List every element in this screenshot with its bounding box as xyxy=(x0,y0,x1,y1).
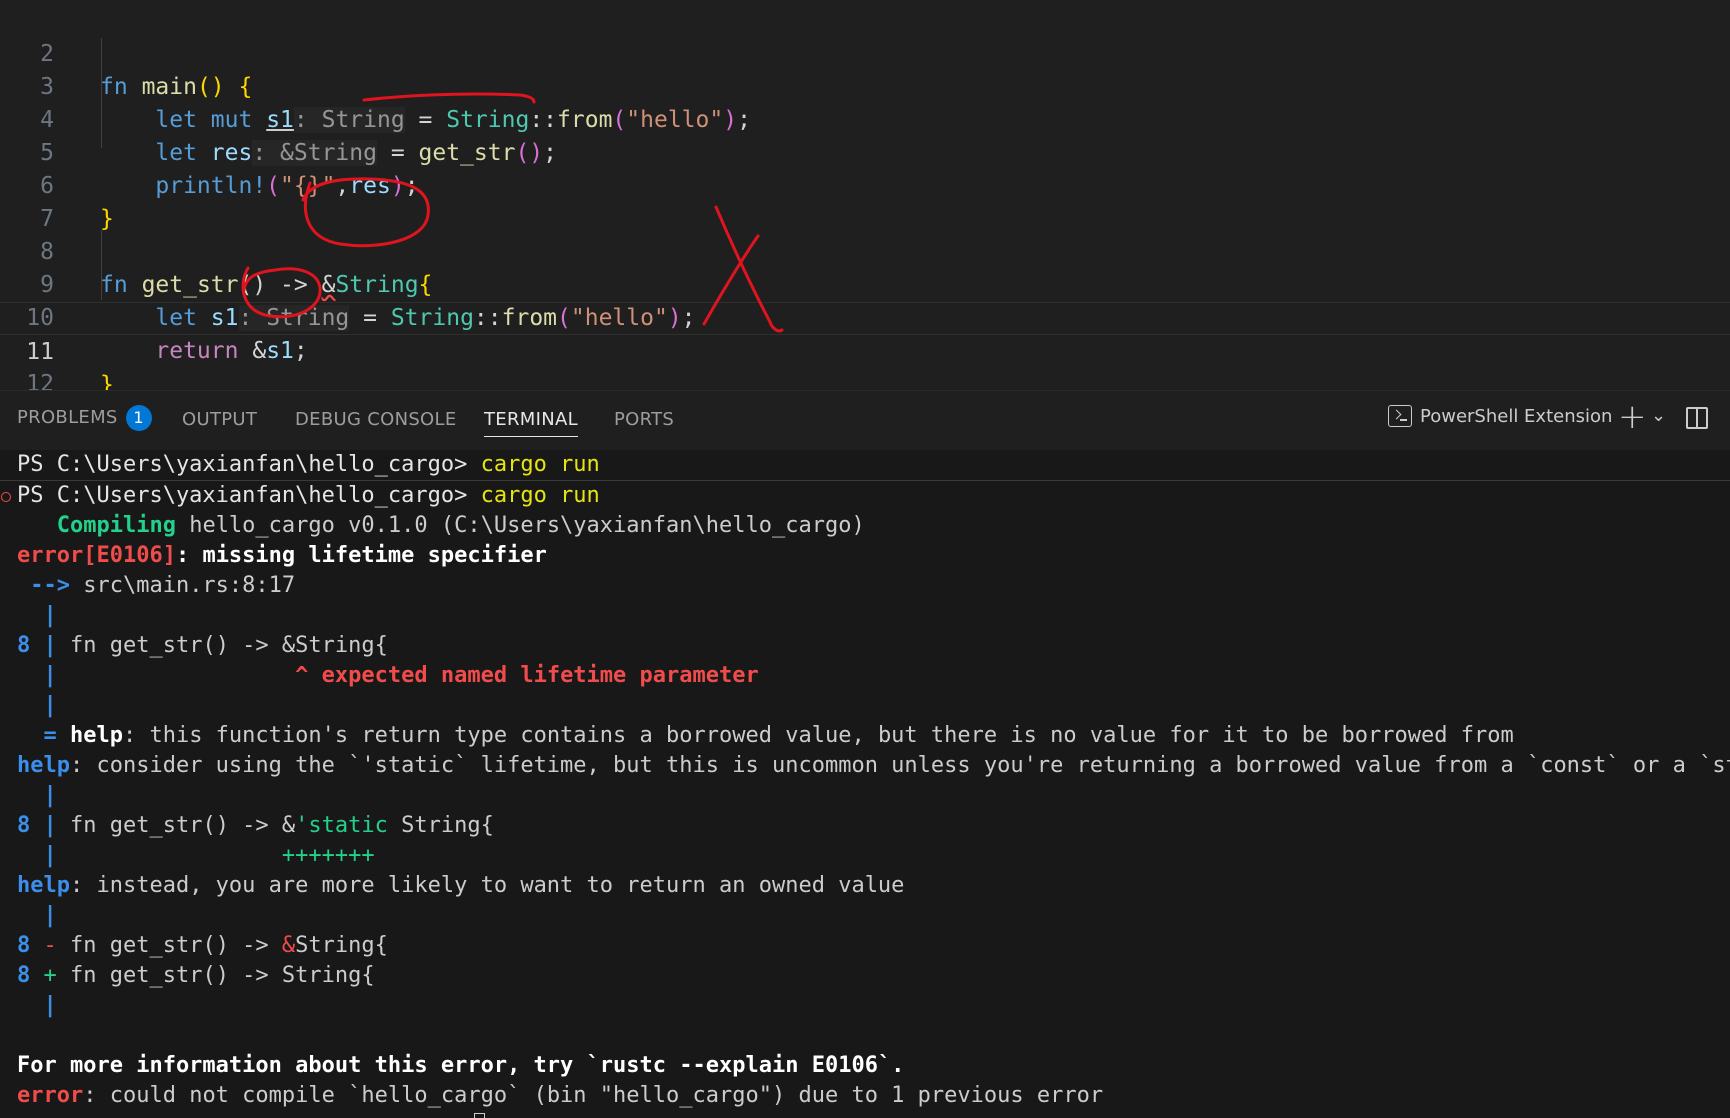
code-line[interactable]: 12 xyxy=(0,335,1730,390)
tab-label: TERMINAL xyxy=(484,409,578,430)
panel-tab-bar: PROBLEMS 1 OUTPUT DEBUG CONSOLE TERMINAL … xyxy=(0,390,1730,451)
tab-ports[interactable]: PORTS xyxy=(614,409,674,436)
terminal-line: | ^ expected named lifetime parameter xyxy=(17,663,759,688)
terminal-line: | xyxy=(17,903,57,928)
terminal-line: | +++++++ xyxy=(17,843,375,868)
terminal-output[interactable]: PS C:\Users\yaxianfan\hello_cargo> cargo… xyxy=(0,450,1730,1118)
code-line[interactable]: 6 } xyxy=(0,137,1730,232)
code-line[interactable]: 9 let s1: String = String::from("hello")… xyxy=(0,236,1730,331)
code-line[interactable]: 10 return &s1; xyxy=(0,269,1730,364)
tab-label: DEBUG CONSOLE xyxy=(295,409,457,430)
terminal-line: help: consider using the `'static` lifet… xyxy=(17,753,1730,778)
code-line-active[interactable]: 11 } xyxy=(0,302,1730,390)
terminal-selector[interactable]: PowerShell Extension xyxy=(1388,405,1612,427)
terminal-line: | xyxy=(17,783,57,808)
terminal-name-label: PowerShell Extension xyxy=(1420,405,1613,427)
terminal-line: Compiling hello_cargo v0.1.0 (C:\Users\y… xyxy=(17,513,865,538)
code-line[interactable]: 5 println!("{}",res); xyxy=(0,104,1730,199)
new-terminal-plus-icon[interactable]: + xyxy=(1618,397,1647,437)
tab-label: OUTPUT xyxy=(182,409,258,430)
tab-debug-console[interactable]: DEBUG CONSOLE xyxy=(295,409,457,436)
tab-problems[interactable]: PROBLEMS 1 xyxy=(17,405,152,437)
code-line[interactable]: 8 fn get_str() -> &String{ xyxy=(0,203,1730,298)
terminal-line: PS C:\Users\yaxianfan\hello_cargo> cargo… xyxy=(17,452,600,477)
tab-label: PORTS xyxy=(614,409,675,430)
tab-label: PROBLEMS xyxy=(17,407,118,428)
error-decoration-icon[interactable] xyxy=(1,492,11,502)
terminal-line: 8 - fn get_str() -> &String{ xyxy=(17,933,388,958)
terminal-line: error[E0106]: missing lifetime specifier xyxy=(17,543,547,568)
problems-count-badge: 1 xyxy=(125,405,152,431)
terminal-line: 8 | fn get_str() -> &'static String{ xyxy=(17,813,494,838)
code-editor[interactable]: 2 fn main() { 3 let mut s1: String = Str… xyxy=(0,0,1730,390)
terminal-line: 8 | fn get_str() -> &String{ xyxy=(17,633,388,658)
terminal-line: PS C:\Users\yaxianfan\hello_cargo> cargo… xyxy=(17,483,600,508)
terminal-line: error: could not compile `hello_cargo` (… xyxy=(17,1083,1104,1108)
line-number: 12 xyxy=(26,371,54,390)
split-terminal-icon[interactable] xyxy=(1686,407,1708,429)
code-line[interactable]: 2 fn main() { xyxy=(0,5,1730,100)
code-line[interactable]: 7 xyxy=(0,170,1730,232)
terminal-line: --> src\main.rs:8:17 xyxy=(17,573,296,598)
terminal-line: | xyxy=(17,603,57,628)
tab-terminal[interactable]: TERMINAL xyxy=(484,409,578,437)
terminal-line: help: instead, you are more likely to wa… xyxy=(17,873,905,898)
terminal-cursor xyxy=(474,1109,485,1118)
brace: } xyxy=(100,372,114,390)
tab-output[interactable]: OUTPUT xyxy=(182,409,257,436)
terminal-line: | xyxy=(17,693,57,718)
terminal-line: | xyxy=(17,993,57,1018)
terminal-line: = help: this function's return type cont… xyxy=(17,723,1514,748)
terminal-line: For more information about this error, t… xyxy=(17,1053,905,1078)
code-line[interactable]: 3 let mut s1: String = String::from("hel… xyxy=(0,38,1730,133)
terminal-line: 8 + fn get_str() -> String{ xyxy=(17,963,375,988)
code-line[interactable]: 4 let res: &String = get_str(); xyxy=(0,71,1730,166)
terminal-icon xyxy=(1388,405,1412,427)
chevron-down-icon[interactable]: ⌄ xyxy=(1651,405,1666,426)
